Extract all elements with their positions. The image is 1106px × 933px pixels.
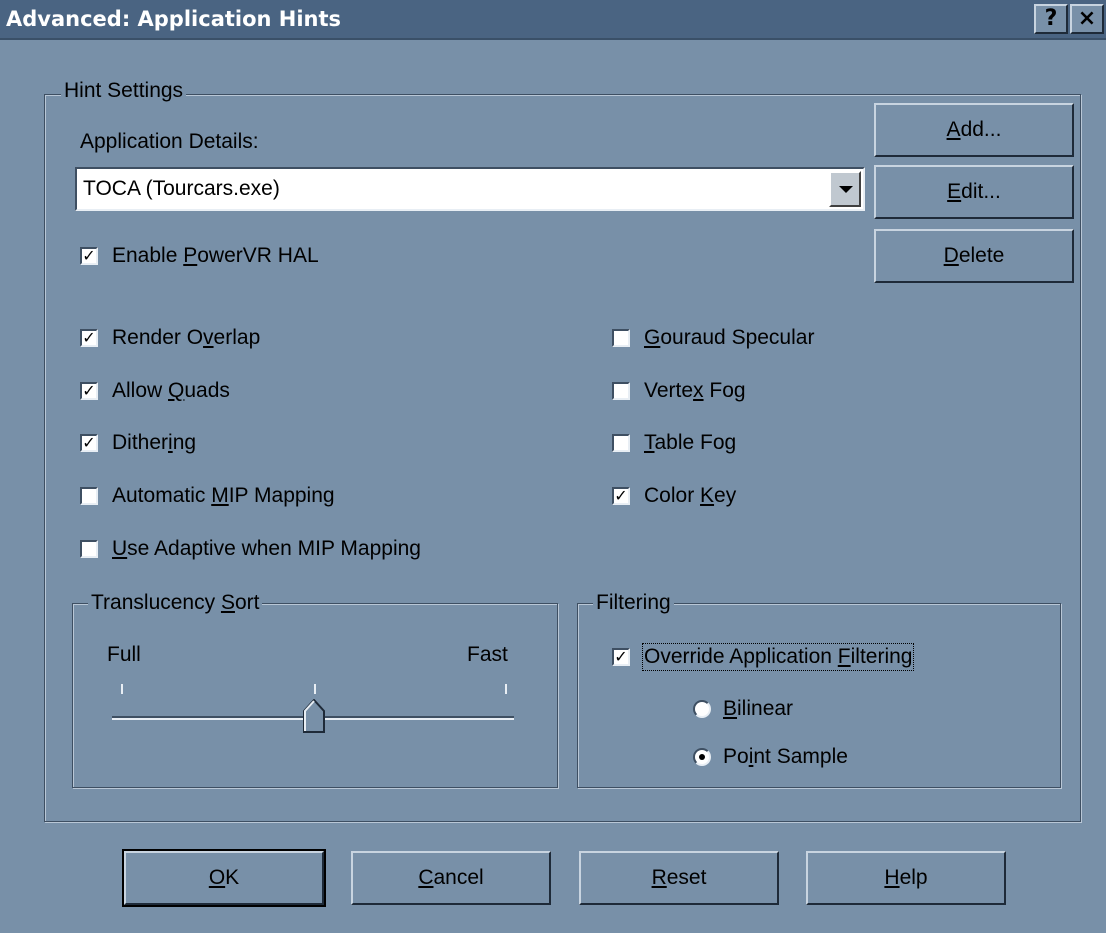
translucency-slider-thumb[interactable] (303, 698, 325, 733)
checkbox-label: Color Key (644, 484, 737, 507)
slider-tick (121, 684, 123, 694)
filtering-legend: Filtering (593, 591, 674, 615)
checkbox-box[interactable]: ✓ (80, 382, 98, 400)
slider-tick (314, 684, 316, 694)
cancel-button[interactable]: Cancel (351, 851, 551, 905)
allow-quads-checkbox[interactable]: ✓ Allow Quads (80, 379, 380, 405)
checkbox-box[interactable]: ✓ (612, 487, 630, 505)
radio-circle[interactable] (693, 748, 711, 766)
checkbox-box[interactable] (612, 434, 630, 452)
checkbox-box[interactable] (612, 329, 630, 347)
window-title: Advanced: Application Hints (6, 7, 342, 31)
application-select[interactable]: TOCA (Tourcars.exe) (75, 167, 865, 211)
hint-settings-legend: Hint Settings (61, 79, 187, 103)
point-sample-radio[interactable]: Point Sample (693, 745, 893, 771)
title-bar: Advanced: Application Hints ? × (0, 0, 1106, 40)
help-button[interactable]: Help (806, 851, 1006, 905)
checkbox-label: Use Adaptive when MIP Mapping (112, 537, 421, 560)
app-details-label: Application Details: (80, 130, 259, 153)
checkbox-label: Allow Quads (112, 379, 230, 402)
checkbox-label: Vertex Fog (644, 379, 746, 402)
checkbox-label: Table Fog (644, 431, 737, 454)
chevron-down-icon[interactable] (829, 171, 861, 207)
radio-label: Point Sample (723, 745, 848, 768)
render-overlap-checkbox[interactable]: ✓ Render Overlap (80, 326, 380, 352)
enable-hal-checkbox[interactable]: ✓ Enable PowerVR HAL (80, 244, 400, 270)
translucency-sort-legend: Translucency Sort (88, 591, 263, 615)
ok-button[interactable]: OK (122, 849, 326, 907)
checkbox-box[interactable]: ✓ (612, 648, 630, 666)
radio-circle[interactable] (693, 700, 711, 718)
override-filtering-checkbox[interactable]: ✓ Override Application Filtering (612, 643, 992, 671)
add-button[interactable]: Add... (874, 103, 1074, 157)
radio-label: Bilinear (723, 697, 794, 720)
delete-button[interactable]: Delete (874, 229, 1074, 283)
application-select-value: TOCA (Tourcars.exe) (83, 177, 280, 200)
checkbox-box[interactable] (612, 382, 630, 400)
edit-button[interactable]: Edit... (874, 165, 1074, 219)
reset-button[interactable]: Reset (579, 851, 779, 905)
checkbox-label: Gouraud Specular (644, 326, 815, 349)
checkbox-box[interactable]: ✓ (80, 434, 98, 452)
checkbox-box[interactable]: ✓ (80, 329, 98, 347)
checkbox-label: Override Application Filtering (641, 643, 915, 671)
vertex-fog-checkbox[interactable]: Vertex Fog (612, 379, 892, 405)
auto-mip-mapping-checkbox[interactable]: Automatic MIP Mapping (80, 484, 440, 510)
help-title-button[interactable]: ? (1034, 4, 1068, 34)
checkbox-label: Enable PowerVR HAL (112, 244, 319, 267)
checkbox-box[interactable] (80, 540, 98, 558)
color-key-checkbox[interactable]: ✓ Color Key (612, 484, 892, 510)
checkbox-label: Render Overlap (112, 326, 261, 349)
slider-min-label: Full (107, 643, 141, 666)
checkbox-box[interactable] (80, 487, 98, 505)
translucency-sort-group (72, 603, 558, 788)
gouraud-specular-checkbox[interactable]: Gouraud Specular (612, 326, 892, 352)
dithering-checkbox[interactable]: ✓ Dithering (80, 431, 380, 457)
close-icon[interactable]: × (1070, 4, 1104, 34)
slider-max-label: Fast (467, 643, 508, 666)
checkbox-box[interactable]: ✓ (80, 247, 98, 265)
adaptive-mip-checkbox[interactable]: Use Adaptive when MIP Mapping (80, 537, 520, 563)
slider-tick (505, 684, 507, 694)
bilinear-radio[interactable]: Bilinear (693, 697, 833, 723)
table-fog-checkbox[interactable]: Table Fog (612, 431, 892, 457)
checkbox-label: Dithering (112, 431, 197, 454)
checkbox-label: Automatic MIP Mapping (112, 484, 335, 507)
